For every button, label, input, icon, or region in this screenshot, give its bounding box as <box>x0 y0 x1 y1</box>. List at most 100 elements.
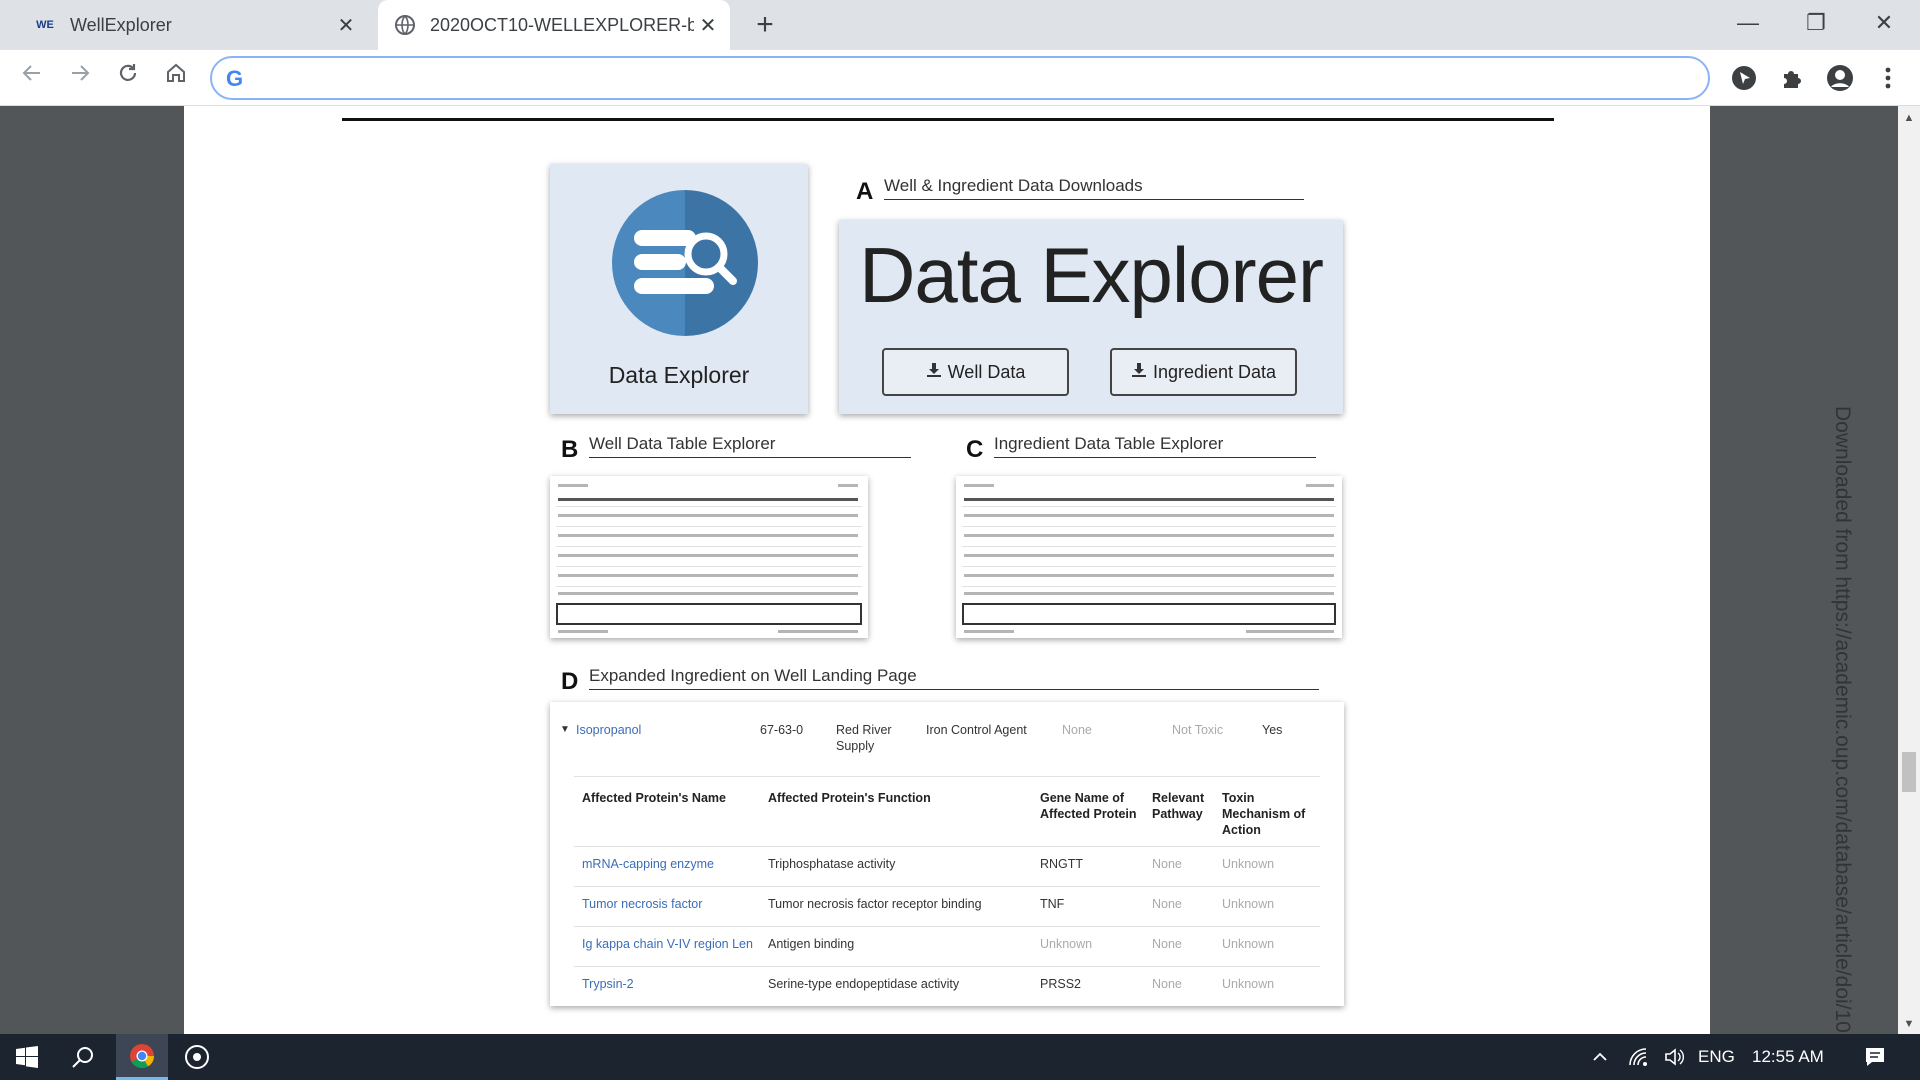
header-gene-line1: Gene Name of <box>1040 791 1125 805</box>
chrome-taskbar-icon[interactable] <box>116 1034 168 1080</box>
gene-name: PRSS2 <box>1040 977 1081 991</box>
header-protein-name: Affected Protein's Name <box>582 791 726 805</box>
relevant-pathway: None <box>1152 937 1182 951</box>
network-icon[interactable] <box>1620 1034 1656 1080</box>
toxin-mechanism: Unknown <box>1222 857 1275 871</box>
media-app-icon[interactable] <box>174 1034 220 1080</box>
ingredient-purpose: Iron Control Agent <box>926 723 1027 737</box>
panel-d-letter: D <box>561 668 579 695</box>
reload-icon[interactable] <box>110 60 146 96</box>
ingredient-col7: Yes <box>1262 723 1283 737</box>
gene-name: TNF <box>1040 897 1065 911</box>
relevant-pathway: None <box>1152 977 1182 991</box>
header-rule <box>342 118 1554 121</box>
expanded-ingredient-table: ▼ Isopropanol 67-63-0 Red River Supply I… <box>550 702 1344 1006</box>
scroll-thumb[interactable] <box>1902 752 1916 792</box>
logo-caption: Data Explorer <box>608 362 750 388</box>
tab-title: 2020OCT10-WELLEXPLORER-baa <box>430 14 694 35</box>
tab-close-button[interactable]: ✕ <box>332 13 360 38</box>
toxin-mechanism: Unknown <box>1222 977 1275 991</box>
tab-wellexplorer[interactable]: WE WellExplorer ✕ <box>16 0 368 50</box>
search-icon[interactable] <box>60 1034 106 1080</box>
protein-function: Antigen binding <box>768 937 855 951</box>
ingredient-toxicity: Not Toxic <box>1172 723 1224 737</box>
protein-function: Serine-type endopeptidase activity <box>768 977 960 991</box>
gene-name: Unknown <box>1040 937 1093 951</box>
header-pathway-line1: Relevant <box>1152 791 1205 805</box>
scroll-up-icon[interactable]: ▲ <box>1898 112 1920 124</box>
home-icon[interactable] <box>158 60 194 96</box>
pdf-page: Data Explorer A Well & Ingredient Data D… <box>184 106 1854 1034</box>
download-source-text: Downloaded from https://academic.oup.com… <box>1831 406 1854 1034</box>
protein-name-link[interactable]: Tumor necrosis factor <box>582 896 702 912</box>
ingredient-name-link[interactable]: Isopropanol <box>576 722 641 738</box>
panel-b-caption: Well Data Table Explorer <box>589 434 911 458</box>
panel-b-letter: B <box>561 436 579 463</box>
tab-pdf[interactable]: 2020OCT10-WELLEXPLORER-baa ✕ <box>378 0 730 50</box>
header-toxin-line3: Action <box>1222 823 1261 837</box>
taskbar-clock[interactable]: 12:55 AM <box>1752 1047 1824 1067</box>
protein-function: Tumor necrosis factor receptor binding <box>768 897 982 911</box>
header-pathway-line2: Pathway <box>1152 807 1203 821</box>
wellexplorer-favicon-icon: WE <box>36 19 54 31</box>
ingredient-table-thumbnail <box>956 476 1342 638</box>
panel-c-letter: C <box>966 436 984 463</box>
restore-button[interactable]: ❐ <box>1786 6 1846 40</box>
panel-c-caption: Ingredient Data Table Explorer <box>994 434 1316 458</box>
ingredient-supplier-line1: Red River <box>836 723 892 737</box>
menu-kebab-icon[interactable] <box>1872 62 1904 94</box>
extensions-puzzle-icon[interactable] <box>1776 62 1808 94</box>
ingredient-data-label: Ingredient Data <box>1152 361 1277 382</box>
notification-center-icon[interactable] <box>1852 1034 1898 1080</box>
ingredient-data-download-button[interactable]: Ingredient Data <box>1110 348 1297 396</box>
protein-function: Triphosphatase activity <box>768 857 896 871</box>
cursor-extension-icon[interactable] <box>1728 62 1760 94</box>
minimize-button[interactable]: — <box>1718 6 1778 40</box>
data-explorer-logo-icon <box>612 190 758 336</box>
ingredient-col5: None <box>1062 723 1092 737</box>
new-tab-button[interactable]: + <box>748 8 782 42</box>
globe-icon <box>392 12 418 38</box>
protein-name-link[interactable]: Ig kappa chain V-IV region Len <box>582 936 753 952</box>
well-table-thumbnail <box>550 476 868 638</box>
tab-title: WellExplorer <box>70 14 172 35</box>
protein-name-link[interactable]: Trypsin-2 <box>582 976 634 992</box>
windows-start-icon[interactable] <box>4 1034 50 1080</box>
expand-caret-icon[interactable]: ▼ <box>560 722 570 738</box>
vertical-scrollbar[interactable]: ▲ ▼ <box>1898 106 1920 1034</box>
volume-icon[interactable] <box>1656 1034 1692 1080</box>
address-input[interactable] <box>262 64 1682 94</box>
panel-a-letter: A <box>856 178 874 205</box>
panel-d-caption: Expanded Ingredient on Well Landing Page <box>589 666 1319 690</box>
forward-icon[interactable] <box>62 60 98 96</box>
toxin-mechanism: Unknown <box>1222 937 1275 951</box>
data-explorer-logo-card: Data Explorer <box>550 164 808 414</box>
header-protein-function: Affected Protein's Function <box>768 791 931 805</box>
scroll-down-icon[interactable]: ▼ <box>1898 1018 1920 1030</box>
windows-taskbar: ENG 12:55 AM <box>0 1034 1920 1080</box>
banner-title: Data Explorer <box>859 231 1324 319</box>
data-explorer-banner: Data Explorer Well Data Ingredient Data <box>839 220 1343 414</box>
address-bar[interactable]: G <box>210 56 1710 100</box>
google-icon: G <box>226 66 244 91</box>
relevant-pathway: None <box>1152 857 1182 871</box>
window-close-button[interactable]: ✕ <box>1854 6 1914 40</box>
well-data-download-button[interactable]: Well Data <box>882 348 1069 396</box>
download-source-note: Downloaded from https://academic.oup.com… <box>1824 406 1864 1034</box>
header-toxin-line2: Mechanism of <box>1222 807 1306 821</box>
well-data-label: Well Data <box>947 361 1026 382</box>
back-icon[interactable] <box>14 60 50 96</box>
download-icon <box>1131 362 1147 383</box>
ingredient-supplier-line2: Supply <box>836 739 875 753</box>
profile-icon[interactable] <box>1824 62 1856 94</box>
panel-a-caption: Well & Ingredient Data Downloads <box>884 176 1304 200</box>
relevant-pathway: None <box>1152 897 1182 911</box>
tab-close-button[interactable]: ✕ <box>694 13 722 38</box>
protein-name-link[interactable]: mRNA-capping enzyme <box>582 856 714 872</box>
download-icon <box>926 362 942 383</box>
header-gene-line2: Affected Protein <box>1040 807 1137 821</box>
tray-chevron-up-icon[interactable] <box>1582 1034 1618 1080</box>
language-indicator[interactable]: ENG <box>1698 1047 1735 1067</box>
ingredient-cas: 67-63-0 <box>760 723 804 737</box>
browser-toolbar: G <box>0 50 1920 106</box>
